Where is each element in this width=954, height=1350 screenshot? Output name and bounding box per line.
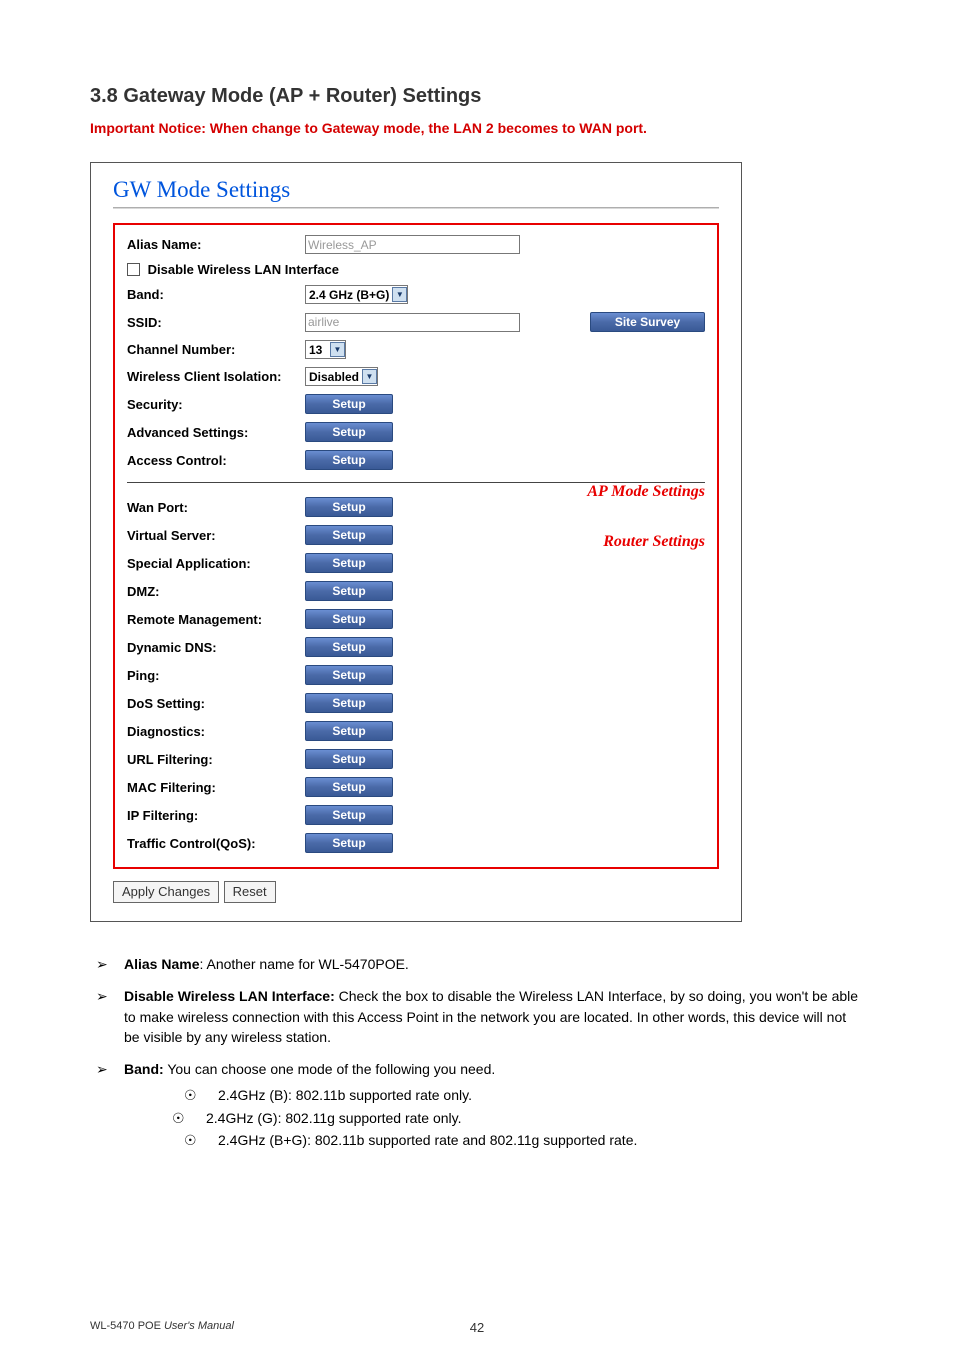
isolation-value: Disabled (309, 370, 359, 384)
disable-wlan-label: Disable Wireless LAN Interface (148, 262, 339, 277)
manual-suffix: User's Manual (164, 1320, 234, 1332)
arrow-icon: ➢ (90, 986, 124, 1047)
term: Alias Name (124, 956, 199, 972)
setup-button[interactable]: Setup (305, 749, 393, 769)
channel-select[interactable]: 13 ▼ (305, 340, 346, 359)
annotation-ap-mode: AP Mode Settings (587, 483, 705, 501)
setup-button[interactable]: Setup (305, 609, 393, 629)
panel-divider (113, 207, 719, 209)
isolation-select[interactable]: Disabled ▼ (305, 367, 378, 386)
setup-button[interactable]: Setup (305, 637, 393, 657)
setup-button[interactable]: Setup (305, 721, 393, 741)
manual-prefix: WL-5470 POE (90, 1320, 164, 1332)
setup-button[interactable]: Setup (305, 422, 393, 442)
setup-button[interactable]: Setup (305, 805, 393, 825)
setup-button[interactable]: Setup (305, 394, 393, 414)
reset-button[interactable]: Reset (224, 881, 276, 903)
setup-button[interactable]: Setup (305, 581, 393, 601)
ssid-label: SSID: (125, 308, 303, 336)
setup-button[interactable]: Setup (305, 553, 393, 573)
row-label: Diagnostics: (125, 717, 303, 745)
setup-button[interactable]: Setup (305, 450, 393, 470)
channel-value: 13 (309, 343, 327, 357)
isolation-label: Wireless Client Isolation: (125, 363, 303, 390)
site-survey-button[interactable]: Site Survey (590, 312, 705, 332)
sep: : (199, 956, 206, 972)
description-list: ➢ Alias Name: Another name for WL-5470PO… (90, 954, 864, 1152)
chevron-down-icon: ▼ (392, 287, 407, 302)
setup-button[interactable]: Setup (305, 525, 393, 545)
dot-icon: ☉ (184, 1085, 218, 1105)
arrow-icon: ➢ (90, 954, 124, 974)
important-notice: Important Notice: When change to Gateway… (90, 120, 864, 136)
page-footer: WL-5470 POE User's Manual 42 (90, 1320, 864, 1332)
row-label: Traffic Control(QoS): (125, 829, 303, 857)
channel-label: Channel Number: (125, 336, 303, 363)
row-label: Remote Management: (125, 605, 303, 633)
chevron-down-icon: ▼ (362, 369, 377, 384)
setup-button[interactable]: Setup (305, 833, 393, 853)
manual-title: WL-5470 POE User's Manual (90, 1320, 234, 1332)
band-label: Band: (125, 281, 303, 308)
desc-text: You can choose one mode of the following… (167, 1061, 495, 1077)
sub-item: ☉ 2.4GHz (B): 802.11b supported rate onl… (124, 1085, 864, 1105)
desc-text: Another name for WL-5470POE. (207, 956, 409, 972)
band-value: 2.4 GHz (B+G) (309, 288, 389, 302)
ssid-input[interactable] (305, 313, 520, 332)
page-number: 42 (470, 1320, 484, 1335)
setup-button[interactable]: Setup (305, 497, 393, 517)
sub-text: 2.4GHz (G): 802.11g supported rate only. (206, 1108, 462, 1128)
description-item: ➢ Alias Name: Another name for WL-5470PO… (90, 954, 864, 974)
dot-icon: ☉ (184, 1130, 218, 1150)
chevron-down-icon: ▼ (330, 342, 345, 357)
row-label: Wan Port: (125, 493, 303, 521)
sub-list: ☉ 2.4GHz (B): 802.11b supported rate onl… (124, 1085, 864, 1150)
row-label: Dynamic DNS: (125, 633, 303, 661)
description-item: ➢ Band: You can choose one mode of the f… (90, 1059, 864, 1152)
setup-button[interactable]: Setup (305, 777, 393, 797)
sub-text: 2.4GHz (B): 802.11b supported rate only. (218, 1085, 472, 1105)
row-label: Special Application: (125, 549, 303, 577)
row-label: DoS Setting: (125, 689, 303, 717)
setup-button[interactable]: Setup (305, 665, 393, 685)
section-title: 3.8 Gateway Mode (AP + Router) Settings (90, 85, 864, 108)
row-label: Security: (125, 390, 303, 418)
annotation-router: Router Settings (603, 533, 705, 551)
row-label: Ping: (125, 661, 303, 689)
row-label: Access Control: (125, 446, 303, 474)
settings-panel: GW Mode Settings AP Mode Settings Router… (90, 162, 742, 922)
row-label: DMZ: (125, 577, 303, 605)
apply-changes-button[interactable]: Apply Changes (113, 881, 219, 903)
term: Disable Wireless LAN Interface: (124, 988, 335, 1004)
highlight-box: AP Mode Settings Router Settings Alias N… (113, 223, 719, 869)
alias-input[interactable] (305, 235, 520, 254)
panel-title: GW Mode Settings (113, 177, 719, 203)
dot-icon: ☉ (172, 1108, 206, 1128)
band-select[interactable]: 2.4 GHz (B+G) ▼ (305, 285, 408, 304)
sub-item: ☉ 2.4GHz (B+G): 802.11b supported rate a… (124, 1130, 864, 1150)
row-label: URL Filtering: (125, 745, 303, 773)
description-item: ➢ Disable Wireless LAN Interface: Check … (90, 986, 864, 1047)
row-label: Virtual Server: (125, 521, 303, 549)
sub-item: ☉ 2.4GHz (G): 802.11g supported rate onl… (124, 1108, 864, 1128)
disable-wlan-checkbox[interactable] (127, 263, 140, 276)
sub-text: 2.4GHz (B+G): 802.11b supported rate and… (218, 1130, 637, 1150)
setup-button[interactable]: Setup (305, 693, 393, 713)
term: Band: (124, 1061, 164, 1077)
row-label: MAC Filtering: (125, 773, 303, 801)
row-label: IP Filtering: (125, 801, 303, 829)
arrow-icon: ➢ (90, 1059, 124, 1152)
alias-label: Alias Name: (125, 231, 303, 258)
row-label: Advanced Settings: (125, 418, 303, 446)
